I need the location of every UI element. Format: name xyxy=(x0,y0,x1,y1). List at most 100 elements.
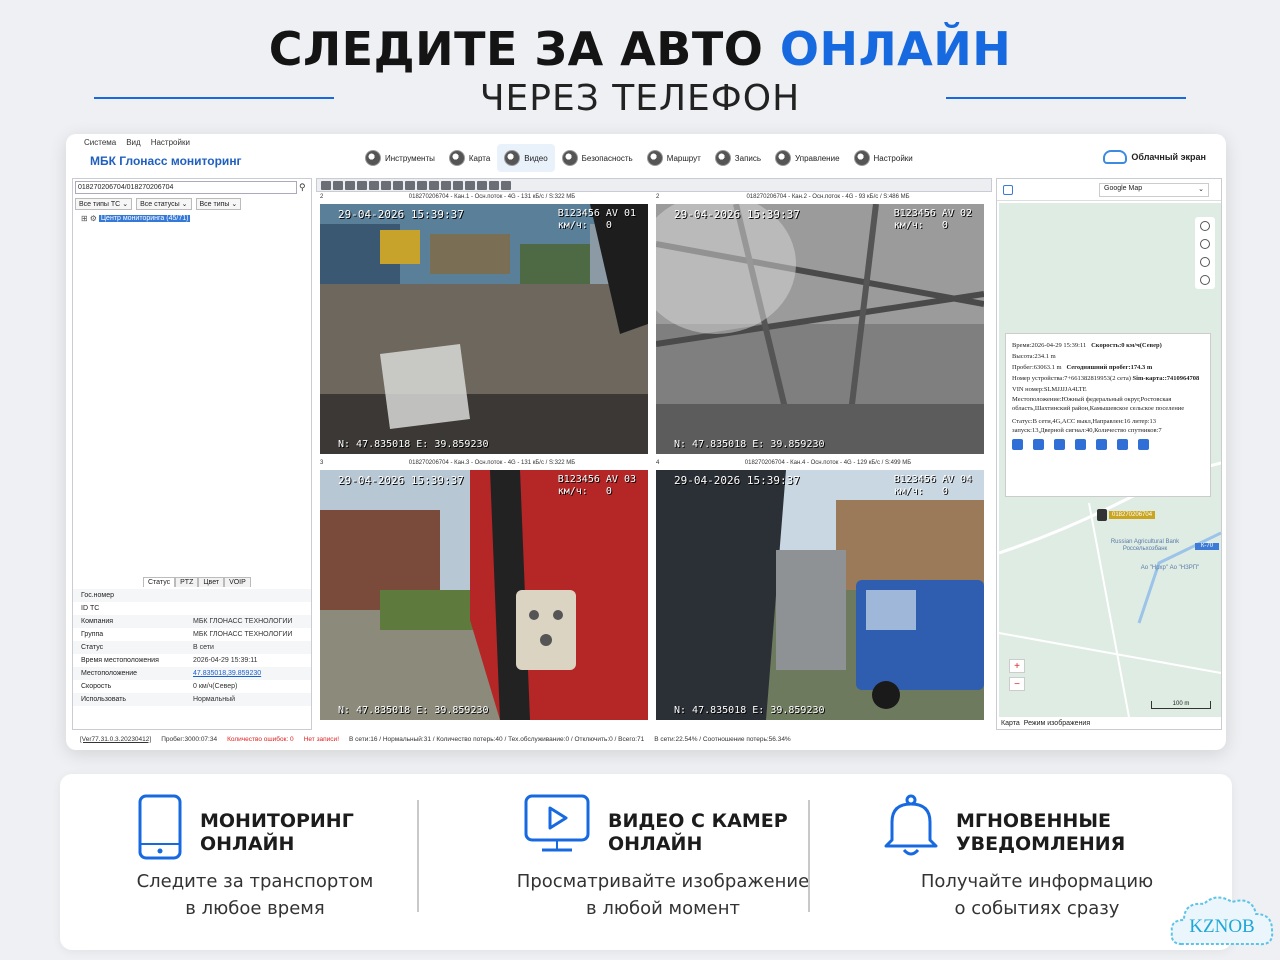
snapshot-icon[interactable] xyxy=(381,180,391,190)
camera-feed-3-image xyxy=(320,470,648,720)
search-icon[interactable] xyxy=(1096,439,1107,450)
camera-cell-3[interactable]: 3 018270206704 - Кан.3 - Осн.поток - 4G -… xyxy=(318,460,652,726)
tab-voip[interactable]: VOIP xyxy=(224,577,251,587)
video-toolbar xyxy=(316,178,992,192)
toolbar-video[interactable]: Видео xyxy=(497,144,555,172)
filter-status[interactable]: Все статусы ⌄ xyxy=(136,198,192,210)
vehicle-panel: ⚲ Все типы ТС ⌄ Все статусы ⌄ Все типы ⌄… xyxy=(72,178,312,730)
zoom-in-button[interactable]: + xyxy=(1009,659,1025,673)
tab-ptz[interactable]: PTZ xyxy=(175,577,199,587)
document-icon[interactable] xyxy=(1117,439,1128,450)
gear-icon xyxy=(853,150,870,166)
map-tabs: Карта Режим изображения xyxy=(1001,720,1090,727)
property-row: Скорость 0 км/ч(Север) xyxy=(81,683,238,690)
expand-icon[interactable]: ⊞ xyxy=(81,214,88,223)
hero-title: СЛЕДИТЕ ЗА АВТО ОНЛАЙН xyxy=(0,22,1280,76)
no-record-status: Нет записи! xyxy=(303,735,339,743)
talk-icon[interactable] xyxy=(405,180,415,190)
toolbar-settings[interactable]: Настройки xyxy=(847,144,920,172)
layout-custom-icon[interactable] xyxy=(369,180,379,190)
toolbar-map[interactable]: Карта xyxy=(442,144,497,172)
popup-actions xyxy=(1012,439,1204,450)
map-panel-icon[interactable] xyxy=(1003,184,1013,195)
measure-icon[interactable] xyxy=(1200,275,1210,285)
location-link[interactable]: 47.835018,39.859230 xyxy=(193,670,261,677)
hero-line-right xyxy=(946,97,1186,99)
lock-icon[interactable] xyxy=(1033,439,1044,450)
group-icon: ⚙ xyxy=(89,214,97,223)
close-all-icon[interactable] xyxy=(489,180,499,190)
video-grid: 2 018270206704 - Кан.1 - Осн.поток - 4G -… xyxy=(318,194,990,728)
camera-feed-4[interactable]: 29-04-2026 15:39:37 B123456 AV 04 км/ч: 0… xyxy=(656,470,984,720)
volume-icon[interactable] xyxy=(465,180,475,190)
camera-cell-4[interactable]: 4 018270206704 - Кан.4 - Осн.поток - 4G -… xyxy=(654,460,988,726)
bell-icon xyxy=(884,794,938,856)
menu-system[interactable]: Система xyxy=(84,138,116,147)
fullscreen-icon[interactable] xyxy=(453,180,463,190)
cloud-screen-button[interactable]: Облачный экран xyxy=(1103,150,1206,164)
map-icon xyxy=(448,150,465,166)
main-toolbar: Инструменты Карта Видео Безопасность Мар… xyxy=(358,144,920,172)
tab-image-mode[interactable]: Режим изображения xyxy=(1024,720,1090,727)
tab-status[interactable]: Статус xyxy=(143,577,176,587)
play-icon[interactable] xyxy=(429,180,439,190)
vehicle-tag[interactable]: 018270206704 xyxy=(1109,511,1156,519)
camera-feed-2-image xyxy=(656,204,984,454)
tab-color[interactable]: Цвет xyxy=(198,577,225,587)
map-canvas[interactable]: Время:2026-04-29 15:39:11 Скорость:0 км/… xyxy=(999,203,1221,717)
tools-icon xyxy=(365,150,381,166)
cube-icon[interactable] xyxy=(1200,257,1210,267)
menu-settings[interactable]: Настройки xyxy=(151,138,190,147)
layout-1-icon[interactable] xyxy=(321,180,331,190)
tree-root[interactable]: ⊞ ⚙ Центр мониторинга (45/71) xyxy=(73,212,311,225)
property-row: ID ТС xyxy=(81,605,100,612)
toolbar-tools[interactable]: Инструменты xyxy=(358,144,442,172)
stop-icon[interactable] xyxy=(441,180,451,190)
layout-16-icon[interactable] xyxy=(357,180,367,190)
camera-feed-2[interactable]: 29-04-2026 15:39:37 B123456 AV 02 км/ч: 0… xyxy=(656,204,984,454)
globe-icon[interactable] xyxy=(1200,221,1210,231)
layers-icon[interactable] xyxy=(1200,239,1210,249)
phone-icon xyxy=(138,794,182,860)
toolbar-control[interactable]: Управление xyxy=(768,144,846,172)
toolbar-record[interactable]: Запись xyxy=(708,144,768,172)
vehicle-search-input[interactable] xyxy=(75,181,297,194)
cloud-icon xyxy=(1103,150,1128,164)
vehicle-marker-icon[interactable] xyxy=(1097,509,1107,521)
map-controls xyxy=(1195,217,1215,289)
app-window: Система Вид Настройки МБК Глонасс монито… xyxy=(66,134,1226,750)
layout-4-icon[interactable] xyxy=(333,180,343,190)
toolbar-security[interactable]: Безопасность xyxy=(555,144,640,172)
grid-icon[interactable] xyxy=(1138,439,1149,450)
version-label: [Ver77.31.0.3.20230412] xyxy=(80,735,152,743)
listen-icon[interactable] xyxy=(417,180,427,190)
control-icon xyxy=(775,150,792,166)
camera-feed-1-image xyxy=(320,204,648,454)
route-icon xyxy=(646,150,663,166)
filter-type[interactable]: Все типы ⌄ xyxy=(195,198,242,210)
filter-vehicle-type[interactable]: Все типы ТС ⌄ xyxy=(75,198,133,210)
camera-cell-2[interactable]: 2 018270206704 - Кан.2 - Осн.поток - 4G -… xyxy=(654,194,988,460)
camera-feed-1[interactable]: 29-04-2026 15:39:37 B123456 AV 01 км/ч: 0… xyxy=(320,204,648,454)
search-icon[interactable]: ⚲ xyxy=(299,182,306,193)
record-icon xyxy=(714,150,731,166)
menu-view[interactable]: Вид xyxy=(126,138,140,147)
settings-icon[interactable] xyxy=(501,180,511,190)
tab-map[interactable]: Карта xyxy=(1001,720,1020,727)
toolbar-route[interactable]: Маршрут xyxy=(640,144,708,172)
stream-icon[interactable] xyxy=(477,180,487,190)
camera-icon[interactable] xyxy=(1075,439,1086,450)
camera-feed-3[interactable]: 29-04-2026 15:39:37 B123456 AV 03 км/ч: 0… xyxy=(320,470,648,720)
vehicle-popup: Время:2026-04-29 15:39:11 Скорость:0 км/… xyxy=(1005,333,1211,497)
save-icon[interactable] xyxy=(1012,439,1023,450)
map-scale: 100 m xyxy=(1151,701,1211,709)
error-count: Количество ошибок: 0 xyxy=(227,735,294,743)
camera-cell-1[interactable]: 2 018270206704 - Кан.1 - Осн.поток - 4G -… xyxy=(318,194,652,460)
zoom-out-button[interactable]: − xyxy=(1009,677,1025,691)
map-provider-select[interactable]: Google Map ⌄ xyxy=(1099,182,1209,197)
property-row: Гос.номер xyxy=(73,589,311,602)
tree-root-label[interactable]: Центр мониторинга (45/71) xyxy=(98,215,191,222)
record-icon[interactable] xyxy=(393,180,403,190)
layout-9-icon[interactable] xyxy=(345,180,355,190)
headset-icon[interactable] xyxy=(1054,439,1065,450)
